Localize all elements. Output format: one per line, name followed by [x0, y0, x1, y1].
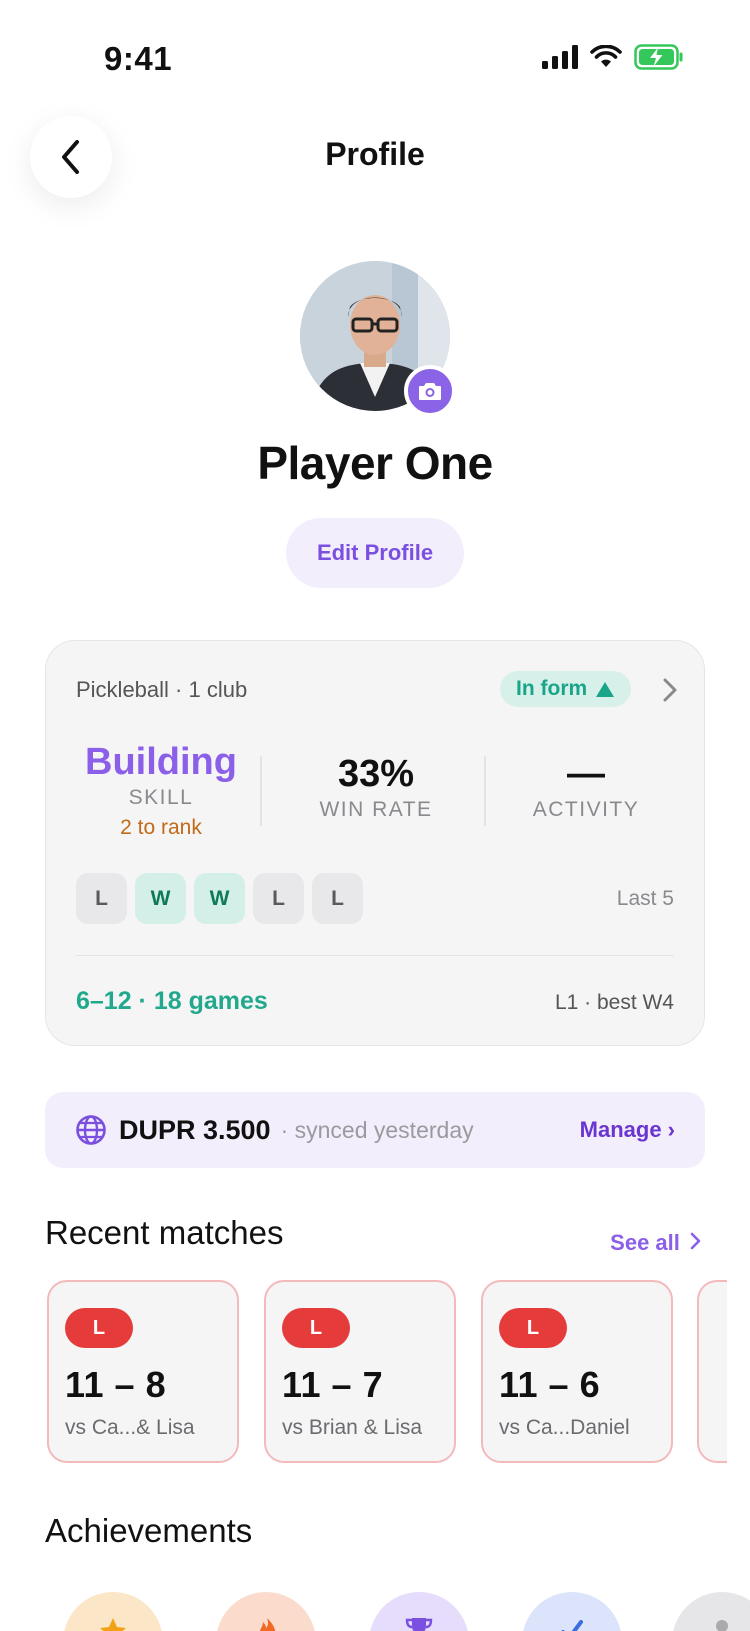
form-badge: In form: [500, 671, 632, 707]
win-rate-label: WIN RATE: [319, 798, 433, 821]
win-rate-stat: 33% WIN RATE: [276, 741, 476, 822]
match-opponents: vs Brian & Lisa: [282, 1416, 423, 1439]
recent-matches-title: Recent matches: [45, 1214, 284, 1251]
achievement-badge[interactable]: [522, 1592, 622, 1631]
edit-profile-button[interactable]: Edit Profile: [286, 518, 464, 588]
result-pill: L: [65, 1308, 133, 1348]
status-bar: 9:41: [0, 0, 750, 120]
result-chip: L: [253, 873, 304, 924]
result-pill: L: [282, 1308, 350, 1348]
check-icon: [561, 1620, 583, 1631]
avatar-container: [300, 261, 456, 417]
match-card[interactable]: [697, 1280, 727, 1463]
win-rate-value: 33%: [337, 753, 415, 795]
result-pill: L: [499, 1308, 567, 1348]
card-divider: [76, 955, 674, 956]
see-all-link[interactable]: See all: [610, 1230, 702, 1256]
match-score: 11 – 8: [65, 1364, 167, 1405]
achievement-badge[interactable]: [672, 1592, 750, 1631]
status-icons: [542, 44, 684, 70]
skill-stat: Building SKILL 2 to rank: [76, 741, 246, 840]
camera-icon: [419, 383, 441, 400]
wifi-icon: [590, 45, 622, 67]
cellular-signal-icon: [542, 45, 578, 69]
match-card[interactable]: L 11 – 8 vs Ca...& Lisa: [47, 1280, 239, 1463]
win-loss-record: 6–12 · 18 games: [76, 987, 268, 1015]
globe-icon: [76, 1115, 106, 1145]
activity-stat: — ACTIVITY: [486, 741, 686, 822]
recent-results: L W W L L: [76, 873, 363, 924]
match-card[interactable]: L 11 – 6 vs Ca...Daniel: [481, 1280, 673, 1463]
activity-label: ACTIVITY: [532, 798, 640, 821]
star-icon: [100, 1618, 126, 1631]
skill-label: SKILL: [128, 786, 194, 809]
see-all-label: See all: [610, 1230, 680, 1255]
activity-value: —: [567, 753, 605, 795]
form-badge-label: In form: [516, 677, 588, 700]
last-5-label: Last 5: [616, 887, 674, 910]
match-score: 11 – 6: [499, 1364, 601, 1405]
stats-card[interactable]: Pickleball · 1 club In form Building SKI…: [45, 640, 705, 1046]
match-score: 11 – 7: [282, 1364, 384, 1405]
chevron-right-icon: [663, 678, 677, 702]
sport-club-summary: Pickleball · 1 club: [76, 677, 248, 702]
change-photo-button[interactable]: [404, 365, 456, 417]
triangle-up-icon: [596, 681, 615, 697]
streak-summary: L1 · best W4: [554, 991, 674, 1014]
person-icon: [716, 1620, 728, 1631]
skill-value: Building: [85, 741, 237, 783]
dupr-sync-status: · synced yesterday: [280, 1116, 474, 1143]
achievements-title: Achievements: [45, 1512, 253, 1549]
result-chip: W: [135, 873, 186, 924]
dupr-rating: DUPR 3.500: [119, 1114, 271, 1145]
achievement-badge[interactable]: [63, 1592, 163, 1631]
result-chip: L: [76, 873, 127, 924]
achievement-badge[interactable]: [216, 1592, 316, 1631]
result-chip: L: [312, 873, 363, 924]
match-opponents: vs Ca...& Lisa: [65, 1416, 195, 1439]
match-card[interactable]: L 11 – 7 vs Brian & Lisa: [264, 1280, 456, 1463]
achievement-badge[interactable]: [369, 1592, 469, 1631]
trophy-icon: [405, 1618, 433, 1631]
dupr-bar: DUPR 3.500 · synced yesterday Manage ›: [45, 1092, 705, 1168]
result-chip: W: [194, 873, 245, 924]
flame-icon: [259, 1618, 276, 1631]
status-time: 9:41: [104, 40, 173, 77]
page-title: Profile: [325, 136, 425, 172]
match-opponents: vs Ca...Daniel: [499, 1416, 630, 1439]
dupr-manage-link[interactable]: Manage ›: [580, 1117, 675, 1143]
stat-divider: [260, 756, 262, 826]
battery-charging-icon: [634, 44, 683, 70]
rank-note: 2 to rank: [120, 816, 202, 839]
player-name: Player One: [257, 437, 493, 489]
chevron-right-icon: [690, 1232, 701, 1250]
